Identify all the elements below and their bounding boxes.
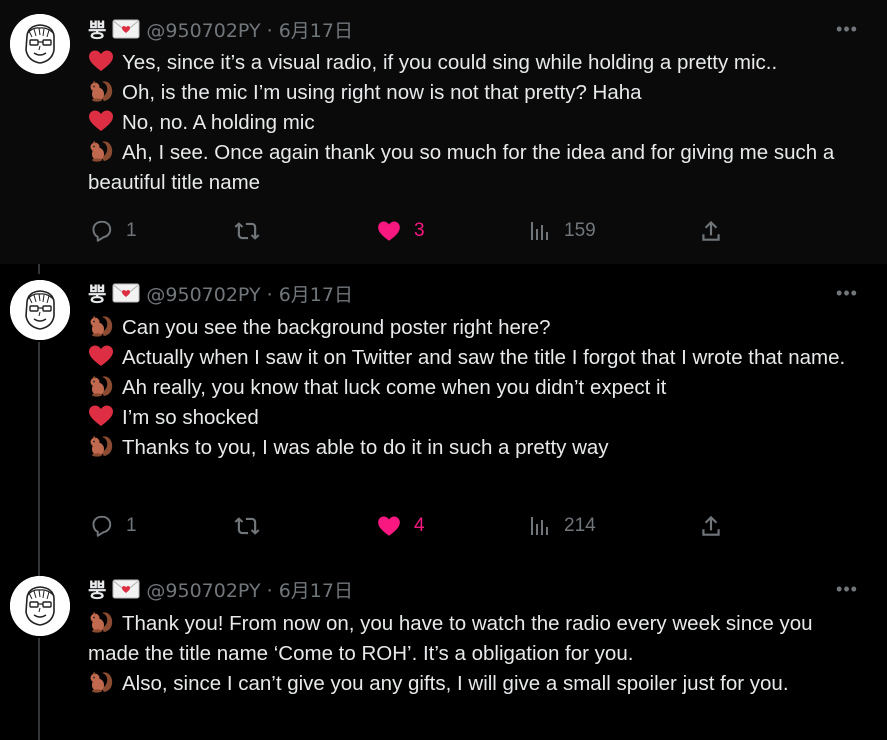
bar-chart-icon bbox=[528, 514, 552, 538]
chipmunk-emoji bbox=[88, 434, 114, 458]
view-count: 159 bbox=[564, 220, 596, 241]
dialogue-line: Oh, is the mic I’m using right now is no… bbox=[88, 78, 868, 108]
chipmunk-emoji bbox=[88, 374, 114, 398]
chipmunk-emoji bbox=[88, 610, 114, 634]
dialogue-text: Ah, I see. Once again thank you so much … bbox=[88, 141, 835, 194]
dialogue-line: No, no. A holding mic bbox=[88, 108, 868, 138]
dialogue-text: Ah really, you know that luck come when … bbox=[122, 376, 667, 399]
speech-bubble-icon bbox=[88, 218, 114, 244]
views-button[interactable]: 159 bbox=[528, 216, 596, 246]
author-handle[interactable]: @950702PY bbox=[146, 580, 260, 602]
more-options-button[interactable]: ••• bbox=[835, 20, 859, 42]
tweet-text: Yes, since it’s a visual radio, if you c… bbox=[88, 48, 868, 198]
dialogue-line: Thanks to you, I was able to do it in su… bbox=[88, 433, 868, 463]
chipmunk-emoji bbox=[88, 139, 114, 163]
action-bar: 1 3 159 bbox=[88, 216, 728, 246]
red-heart-emoji bbox=[88, 344, 114, 368]
dialogue-line: Yes, since it’s a visual radio, if you c… bbox=[88, 48, 868, 78]
retweet-arrows-icon bbox=[234, 513, 260, 539]
red-heart-emoji bbox=[88, 109, 114, 133]
love-letter-emoji bbox=[112, 282, 140, 310]
chipmunk-emoji bbox=[88, 79, 114, 103]
chipmunk-emoji bbox=[88, 314, 114, 338]
dialogue-line: Thank you! From now on, you have to watc… bbox=[88, 609, 868, 669]
author-handle[interactable]: @950702PY bbox=[146, 284, 260, 306]
dialogue-line: Actually when I saw it on Twitter and sa… bbox=[88, 343, 868, 373]
dialogue-text: Thanks to you, I was able to do it in su… bbox=[122, 436, 609, 459]
dialogue-line: Can you see the background poster right … bbox=[88, 313, 868, 343]
tweet-text: Can you see the background poster right … bbox=[88, 313, 868, 463]
dialogue-text: Thank you! From now on, you have to watc… bbox=[88, 612, 813, 665]
heart-icon bbox=[376, 218, 402, 244]
post-date[interactable]: 6月17日 bbox=[279, 20, 353, 42]
share-upload-icon bbox=[698, 218, 724, 244]
author-name[interactable]: 뿡 bbox=[88, 284, 106, 306]
retweet-arrows-icon bbox=[234, 218, 260, 244]
tweet-header: 뿡 @950702PY · 6月17日 bbox=[88, 18, 353, 42]
retweet-button[interactable] bbox=[234, 216, 260, 246]
author-handle[interactable]: @950702PY bbox=[146, 20, 260, 42]
dialogue-text: Yes, since it’s a visual radio, if you c… bbox=[122, 51, 778, 74]
bar-chart-icon bbox=[528, 219, 552, 243]
like-count: 3 bbox=[414, 220, 425, 241]
reply-button[interactable]: 1 bbox=[88, 216, 137, 246]
tweet-header: 뿡 @950702PY · 6月17日 bbox=[88, 578, 353, 602]
share-upload-icon bbox=[698, 513, 724, 539]
more-options-button[interactable]: ••• bbox=[835, 284, 859, 306]
post-date[interactable]: 6月17日 bbox=[279, 580, 353, 602]
separator-dot: · bbox=[260, 580, 279, 602]
share-button[interactable] bbox=[698, 216, 724, 246]
dialogue-line: Ah really, you know that luck come when … bbox=[88, 373, 868, 403]
reply-count: 1 bbox=[126, 515, 137, 536]
avatar[interactable] bbox=[10, 14, 70, 74]
dialogue-text: No, no. A holding mic bbox=[122, 111, 315, 134]
chipmunk-emoji bbox=[88, 670, 114, 694]
love-letter-emoji bbox=[112, 578, 140, 606]
retweet-button[interactable] bbox=[234, 511, 260, 541]
dialogue-text: I’m so shocked bbox=[122, 406, 259, 429]
tweet-header: 뿡 @950702PY · 6月17日 bbox=[88, 282, 353, 306]
views-button[interactable]: 214 bbox=[528, 511, 596, 541]
more-options-button[interactable]: ••• bbox=[835, 580, 859, 602]
speech-bubble-icon bbox=[88, 513, 114, 539]
separator-dot: · bbox=[260, 20, 279, 42]
author-name[interactable]: 뿡 bbox=[88, 580, 106, 602]
red-heart-emoji bbox=[88, 404, 114, 428]
like-count: 4 bbox=[414, 515, 425, 536]
heart-icon bbox=[376, 513, 402, 539]
dialogue-line: Also, since I can’t give you any gifts, … bbox=[88, 669, 868, 699]
separator-dot: · bbox=[260, 284, 279, 306]
reply-button[interactable]: 1 bbox=[88, 511, 137, 541]
view-count: 214 bbox=[564, 515, 596, 536]
author-name[interactable]: 뿡 bbox=[88, 20, 106, 42]
dialogue-text: Also, since I can’t give you any gifts, … bbox=[122, 672, 789, 695]
red-heart-emoji bbox=[88, 49, 114, 73]
share-button[interactable] bbox=[698, 511, 724, 541]
reply-count: 1 bbox=[126, 220, 137, 241]
tweet[interactable]: 뿡 @950702PY · 6月17日 ••• Thank you! From n… bbox=[0, 560, 887, 740]
tweet-text: Thank you! From now on, you have to watc… bbox=[88, 609, 868, 699]
tweet[interactable]: 뿡 @950702PY · 6月17日 ••• Can you see the b… bbox=[0, 264, 887, 560]
avatar[interactable] bbox=[10, 280, 70, 340]
tweet[interactable]: 뿡 @950702PY · 6月17日 ••• Yes, since it’s a… bbox=[0, 0, 887, 264]
like-button[interactable]: 3 bbox=[376, 216, 425, 246]
love-letter-emoji bbox=[112, 18, 140, 46]
dialogue-text: Can you see the background poster right … bbox=[122, 316, 551, 339]
post-date[interactable]: 6月17日 bbox=[279, 284, 353, 306]
dialogue-line: Ah, I see. Once again thank you so much … bbox=[88, 138, 868, 198]
dialogue-line: I’m so shocked bbox=[88, 403, 868, 433]
like-button[interactable]: 4 bbox=[376, 511, 425, 541]
dialogue-text: Oh, is the mic I’m using right now is no… bbox=[122, 81, 642, 104]
action-bar: 1 4 214 bbox=[88, 511, 728, 541]
avatar[interactable] bbox=[10, 576, 70, 636]
dialogue-text: Actually when I saw it on Twitter and sa… bbox=[122, 346, 846, 369]
